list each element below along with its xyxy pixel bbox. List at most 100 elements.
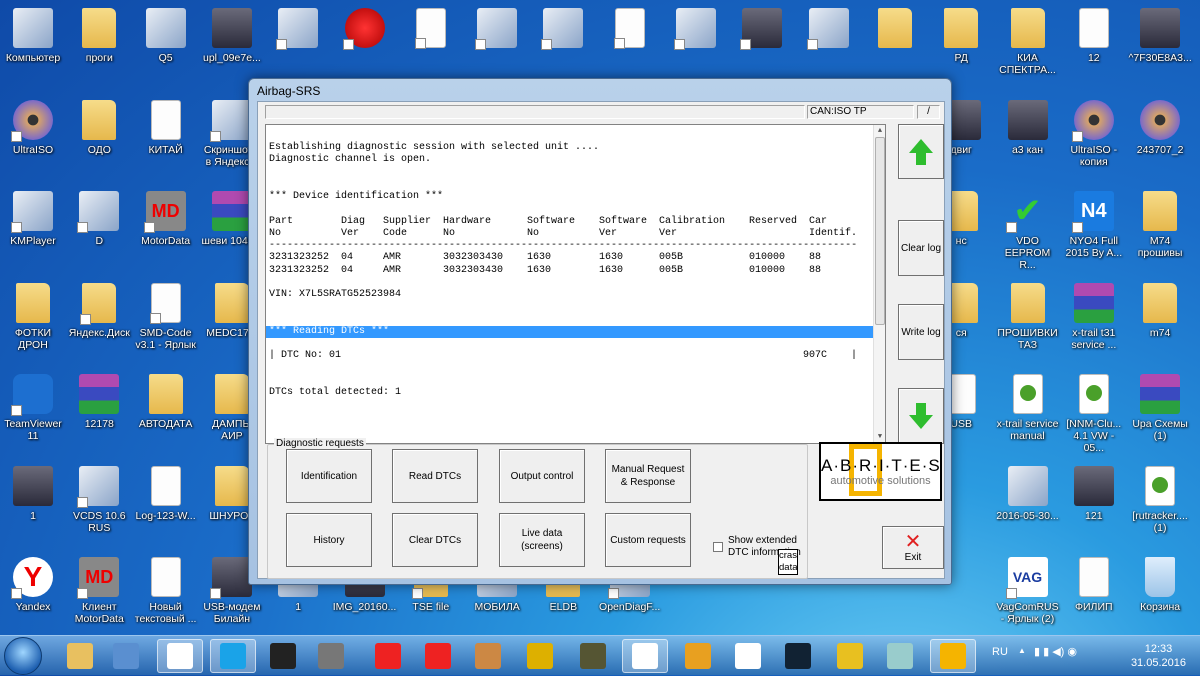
shortcut-arrow-icon [613, 38, 625, 49]
desktop-icon[interactable]: Корзина [1127, 551, 1193, 643]
scroll-up-arrow-icon[interactable]: ▲ [874, 125, 885, 137]
shortcut-arrow-icon [80, 313, 92, 325]
desktop-icon[interactable]: АВТОДАТА [133, 368, 199, 460]
request-custom-requests-button[interactable]: Custom requests [605, 513, 691, 567]
desktop-icon[interactable]: x-trail t31 service ... [1061, 277, 1127, 369]
desktop-icon[interactable]: D [66, 185, 132, 277]
desktop-icon-label: a3 кан [1011, 143, 1044, 156]
desktop-icon[interactable]: SMD-Code v3.1 - Ярлык [133, 277, 199, 369]
write-log-button[interactable]: Write log [898, 304, 944, 360]
request-history-button[interactable]: History [286, 513, 372, 567]
taskbar-hxd[interactable] [725, 639, 771, 673]
request-read-dtcs-button[interactable]: Read DTCs [392, 449, 478, 503]
desktop-icon-label: ОДО [87, 143, 111, 156]
shortcut-arrow-icon [149, 312, 161, 324]
doc-icon [613, 8, 645, 49]
log-scrollbar[interactable]: ▲ ▼ [873, 125, 885, 443]
scroll-down-button[interactable] [898, 388, 944, 444]
log-table-cell: Reserved [749, 215, 798, 227]
taskbar-bispa[interactable] [827, 639, 873, 673]
desktop-icon[interactable]: ОДО [66, 94, 132, 186]
desktop-icon[interactable]: ПРОШИВКИ ТАЗ [995, 277, 1061, 369]
doc-icon [150, 465, 181, 506]
folder-icon [1143, 282, 1178, 323]
desktop-icon[interactable]: MotorData [133, 185, 199, 277]
desktop-icon[interactable]: TeamViewer 11 [0, 368, 66, 460]
tray-icons[interactable]: ▮ ▮ ◀) ◉ [1034, 645, 1077, 658]
desktop-icon[interactable]: КИТАЙ [133, 94, 199, 186]
desktop-icon[interactable]: 12 [1061, 2, 1127, 94]
desktop-icon[interactable]: 2016-05-30... [995, 460, 1061, 552]
exit-button[interactable]: ✕ Exit [882, 526, 944, 569]
request-clear-dtcs-button[interactable]: Clear DTCs [392, 513, 478, 567]
desktop-icon-label: [rutracker.... (1) [1132, 509, 1188, 534]
doc-icon [1078, 557, 1109, 597]
taskbar-calculator[interactable] [877, 639, 923, 673]
request-output-control-button[interactable]: Output control [499, 449, 585, 503]
desktop-icon[interactable]: UltraISO [0, 94, 66, 186]
taskbar-explorer[interactable] [57, 639, 103, 673]
desktop-icon[interactable]: КИА СПЕКТРА... [995, 2, 1061, 94]
desktop-icon[interactable]: M74 прошивы [1127, 185, 1193, 277]
shortcut-arrow-icon [77, 588, 89, 599]
language-indicator[interactable]: RU [992, 646, 1008, 658]
desktop-icon-label: VDO EEPROM R... [1004, 235, 1051, 271]
taskbar-pen[interactable] [675, 639, 721, 673]
desktop-icon[interactable]: Яндекс.Диск [66, 277, 132, 369]
desktop-icon[interactable]: VCDS 10.6 RUS [66, 460, 132, 552]
desktop-icon[interactable]: x-trail service manual [995, 368, 1061, 460]
desktop-icon[interactable]: 121 [1061, 460, 1127, 552]
log-table-cell: 1630 [599, 252, 624, 264]
taskbar-target-2[interactable] [415, 639, 461, 673]
taskbar-barcode[interactable] [260, 639, 306, 673]
desktop-icon[interactable]: 12178 [66, 368, 132, 460]
desktop-icon[interactable]: 243707_2 [1127, 94, 1193, 186]
desktop-icon[interactable]: Клиент MotorData [66, 551, 132, 643]
taskbar-chip[interactable] [308, 639, 354, 673]
scroll-up-button[interactable] [898, 124, 944, 179]
desktop-icon[interactable]: Upa Схемы (1) [1127, 368, 1193, 460]
desktop-icon[interactable]: VDO EEPROM R... [995, 185, 1061, 277]
shortcut-arrow-icon [411, 588, 423, 599]
log-output[interactable]: Establishing diagnostic session with sel… [265, 124, 886, 444]
desktop-icon[interactable]: NYO4 Full 2015 By A... [1061, 185, 1127, 277]
log-line: *** Device identification *** [269, 191, 444, 202]
desktop-icon[interactable]: ^7F30E8A3... [1127, 2, 1193, 94]
desktop-icon[interactable]: проги [66, 2, 132, 94]
taskbar-yandex-browser[interactable] [157, 639, 203, 673]
scrollbar-thumb[interactable] [875, 137, 885, 325]
taskbar-abrites[interactable] [622, 639, 668, 673]
doc-icon [1078, 8, 1109, 48]
desktop-icon[interactable]: ФОТКИ ДРОН [0, 277, 66, 369]
crash-data-button[interactable]: crash data [778, 549, 798, 575]
desktop-icon[interactable]: KMPlayer [0, 185, 66, 277]
taskbar-snipping[interactable] [103, 639, 149, 673]
start-button[interactable] [4, 637, 42, 675]
desktop-icon[interactable]: Компьютер [0, 2, 66, 94]
desktop-icon[interactable]: UltraISO - копия [1061, 94, 1127, 186]
desktop-icon[interactable]: Новый текстовый ... [133, 551, 199, 643]
desktop-icon[interactable]: VagComRUS - Ярлык (2) [995, 551, 1061, 643]
clock[interactable]: 12:33 31.05.2016 [1131, 642, 1186, 670]
taskbar-blocked[interactable] [465, 639, 511, 673]
taskbar-skype[interactable] [210, 639, 256, 673]
taskbar-bracket[interactable] [775, 639, 821, 673]
taskbar-tool[interactable] [517, 639, 563, 673]
desktop-icon[interactable]: Yandex [0, 551, 66, 643]
desktop-icon[interactable]: a3 кан [995, 94, 1061, 186]
desktop-icon[interactable]: Q5 [133, 2, 199, 94]
request-manual-request-response-button[interactable]: Manual Request & Response [605, 449, 691, 503]
show-extended-checkbox[interactable] [713, 542, 723, 552]
taskbar-target-1[interactable] [365, 639, 411, 673]
tray-expand-icon[interactable]: ▲ [1018, 646, 1026, 655]
taskbar-ecu[interactable] [570, 639, 616, 673]
desktop-icon[interactable]: [NNM-Clu... 4.1 VW - 05... [1061, 368, 1127, 460]
desktop-icon[interactable]: Log-123-W... [133, 460, 199, 552]
desktop-icon[interactable]: [rutracker.... (1) [1127, 460, 1193, 552]
request-identification-button[interactable]: Identification [286, 449, 372, 503]
desktop-icon[interactable]: 1 [0, 460, 66, 552]
clear-log-button[interactable]: Clear log [898, 220, 944, 276]
desktop-icon[interactable]: ФИЛИП [1061, 551, 1127, 643]
request-live-data-screens-button[interactable]: Live data (screens) [499, 513, 585, 567]
desktop-icon[interactable]: m74 [1127, 277, 1193, 369]
